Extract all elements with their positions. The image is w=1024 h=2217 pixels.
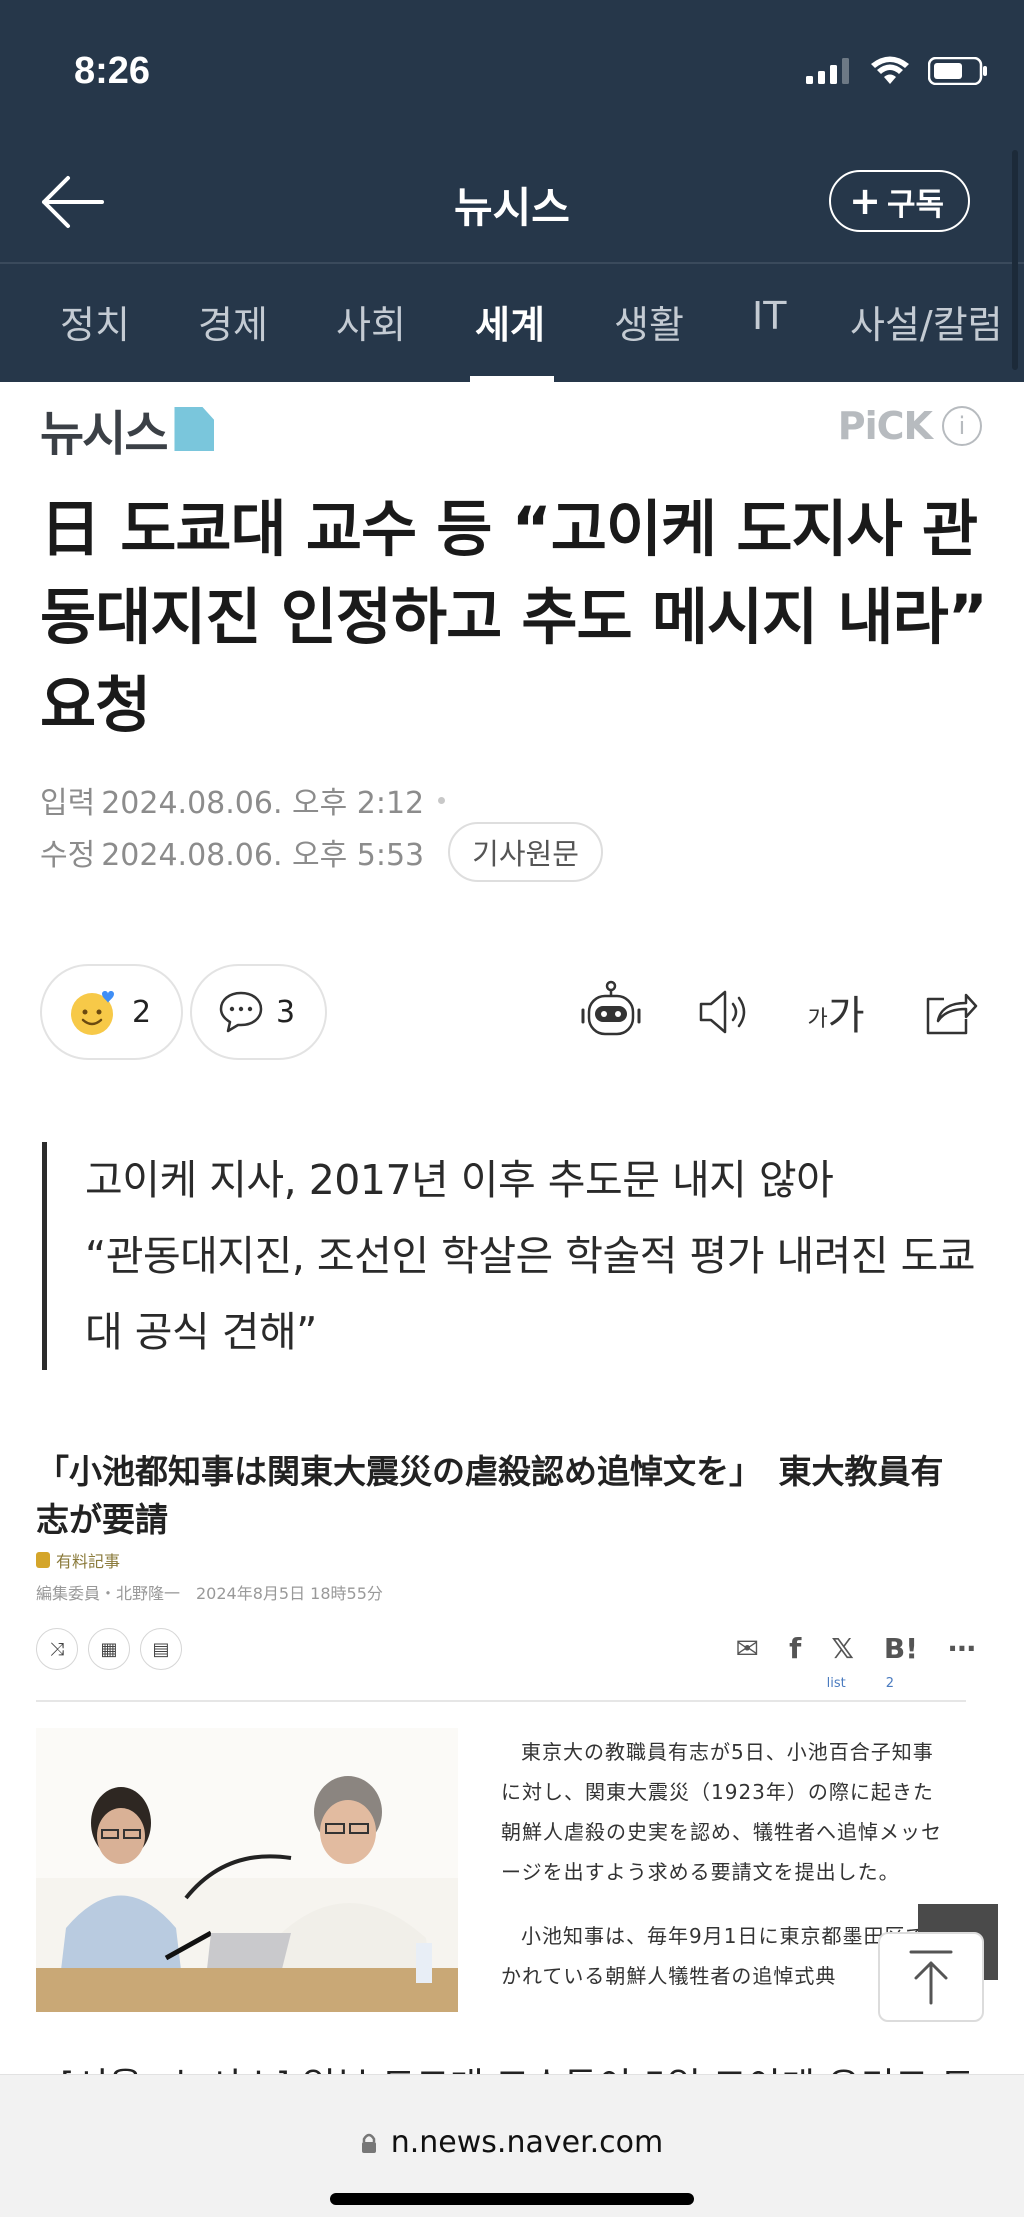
photo-divider [36,1700,966,1702]
article-headline: 日 도쿄대 교수 등 “고이케 도지사 관동대지진 인정하고 추도 메시지 내라… [40,494,988,741]
article-photo[interactable]: 「小池都知事は関東大震災の虐殺認め追悼文を」 東大教員有志が要請 有料記事 編集… [36,1440,986,2020]
photo-byline: 編集委員・北野隆一 2024年8月5日 18時55分 [36,1584,383,1603]
separator-dot [438,796,446,804]
share-count-label: list [826,1676,846,1691]
arrow-up-icon [909,1950,953,2005]
top-bar: 8:26 뉴시스 + 구독 정치 경제 사회 세계 생활 IT 사설/칼럼 [0,0,1024,382]
more-icon: ⋯ [948,1632,976,1665]
photo-headline: 「小池都知事は関東大震災の虐殺認め追悼文を」 東大教員有志が要請 [36,1452,944,1539]
share-count: 2 [885,1676,894,1691]
tab-life[interactable]: 생활 [614,294,684,349]
modified-date: 2024.08.06. 오후 5:53 [101,838,425,873]
share-icon [926,993,978,1035]
speaker-icon [699,990,746,1034]
reaction-count: 2 [132,994,152,1030]
comment-icon [219,991,263,1033]
battery-icon [928,57,987,85]
photo-share-counts: list 2 [827,1676,894,1691]
tab-economy[interactable]: 경제 [198,294,268,349]
tab-world[interactable]: 세계 [475,294,545,349]
scroll-to-top-button[interactable] [878,1932,984,2022]
active-tab-indicator [470,376,554,382]
address-bar[interactable]: n.news.naver.com [0,2125,1024,2160]
tab-society[interactable]: 사회 [336,294,406,349]
input-date: 2024.08.06. 오후 2:12 [101,786,425,821]
home-indicator[interactable] [330,2193,694,2205]
comment-button[interactable]: 3 [190,964,328,1060]
publisher-logo-text: 뉴시스 [40,406,168,462]
article-summary: 고이케 지사, 2017년 이후 추도문 내지 않아 “관동대지진, 조선인 학… [42,1142,982,1370]
input-date-label: 입력 [40,786,96,821]
input-date-row: 입력 2024.08.06. 오후 2:12 [40,778,446,822]
browser-bottom-bar: n.news.naver.com [0,2074,1024,2217]
reaction-button[interactable]: 2 [40,964,184,1060]
comment-count: 3 [276,994,296,1030]
status-icons [806,56,988,86]
publisher-logo[interactable]: 뉴시스 [40,394,215,464]
smiley-heart-icon [71,991,114,1035]
lock-icon [361,2133,376,2153]
tab-it[interactable]: IT [752,294,786,338]
logo-flag-icon [174,407,215,451]
robot-icon [581,980,641,1036]
font-size-large-glyph: 가 [827,993,865,1039]
original-article-button[interactable]: 기사원문 [448,822,603,882]
pick-label: PiCK [837,404,933,448]
wifi-icon [871,56,909,84]
modified-date-row: 수정 2024.08.06. 오후 5:53 기사원문 [40,822,603,882]
share-button[interactable] [915,974,985,1050]
paid-badge: 有料記事 [36,1548,120,1572]
summary-line: 고이케 지사, 2017년 이후 추도문 내지 않아 [85,1156,834,1204]
category-tabs: 정치 경제 사회 세계 생활 IT 사설/칼럼 [0,264,1024,382]
url-text: n.news.naver.com [390,2125,664,2160]
signal-icon [806,58,849,84]
status-time: 8:26 [74,50,151,92]
tab-editorial[interactable]: 사설/칼럼 [850,294,1003,349]
subscribe-button[interactable]: + 구독 [829,170,970,232]
plus-icon: + [849,179,881,223]
font-size-small-glyph: 가 [807,1007,828,1032]
nav-row: 뉴시스 + 구독 [0,150,1024,262]
info-icon[interactable]: i [942,406,982,446]
modified-date-label: 수정 [40,838,96,873]
tab-politics[interactable]: 정치 [60,294,130,349]
facebook-icon: f [789,1632,802,1665]
mail-icon: ✉ [735,1632,760,1665]
gift-icon: ▦ [88,1628,130,1670]
photo-share-left: ⤨ ▦ ▤ [36,1628,182,1670]
shuffle-icon: ⤨ [36,1628,78,1670]
summary-bot-button[interactable] [576,974,646,1050]
font-size-button[interactable]: 가 가 [796,974,876,1050]
subscribe-label: 구독 [886,186,944,223]
pick-badge[interactable]: PiCK i [838,404,982,448]
press-conference-image [36,1728,458,2012]
lock-icon [36,1552,50,1568]
hatena-icon: B! [883,1632,918,1665]
photo-body-paragraph: 東京大の教職員有志が5日、小池百合子知事に対し、関東大震災（1923年）の際に起… [501,1740,942,1884]
scroll-indicator [1012,150,1018,370]
paid-badge-label: 有料記事 [56,1552,121,1571]
status-bar: 8:26 [0,0,1024,140]
text-to-speech-button[interactable] [688,974,758,1050]
x-icon: 𝕏 [831,1632,854,1665]
photo-share-right: ✉ f 𝕏 B! ⋯ [736,1632,976,1665]
print-icon: ▤ [140,1628,182,1670]
press-photo [36,1728,458,2012]
summary-line: “관동대지진, 조선인 학살은 학술적 평가 내려진 도쿄대 공식 견해” [85,1232,976,1356]
